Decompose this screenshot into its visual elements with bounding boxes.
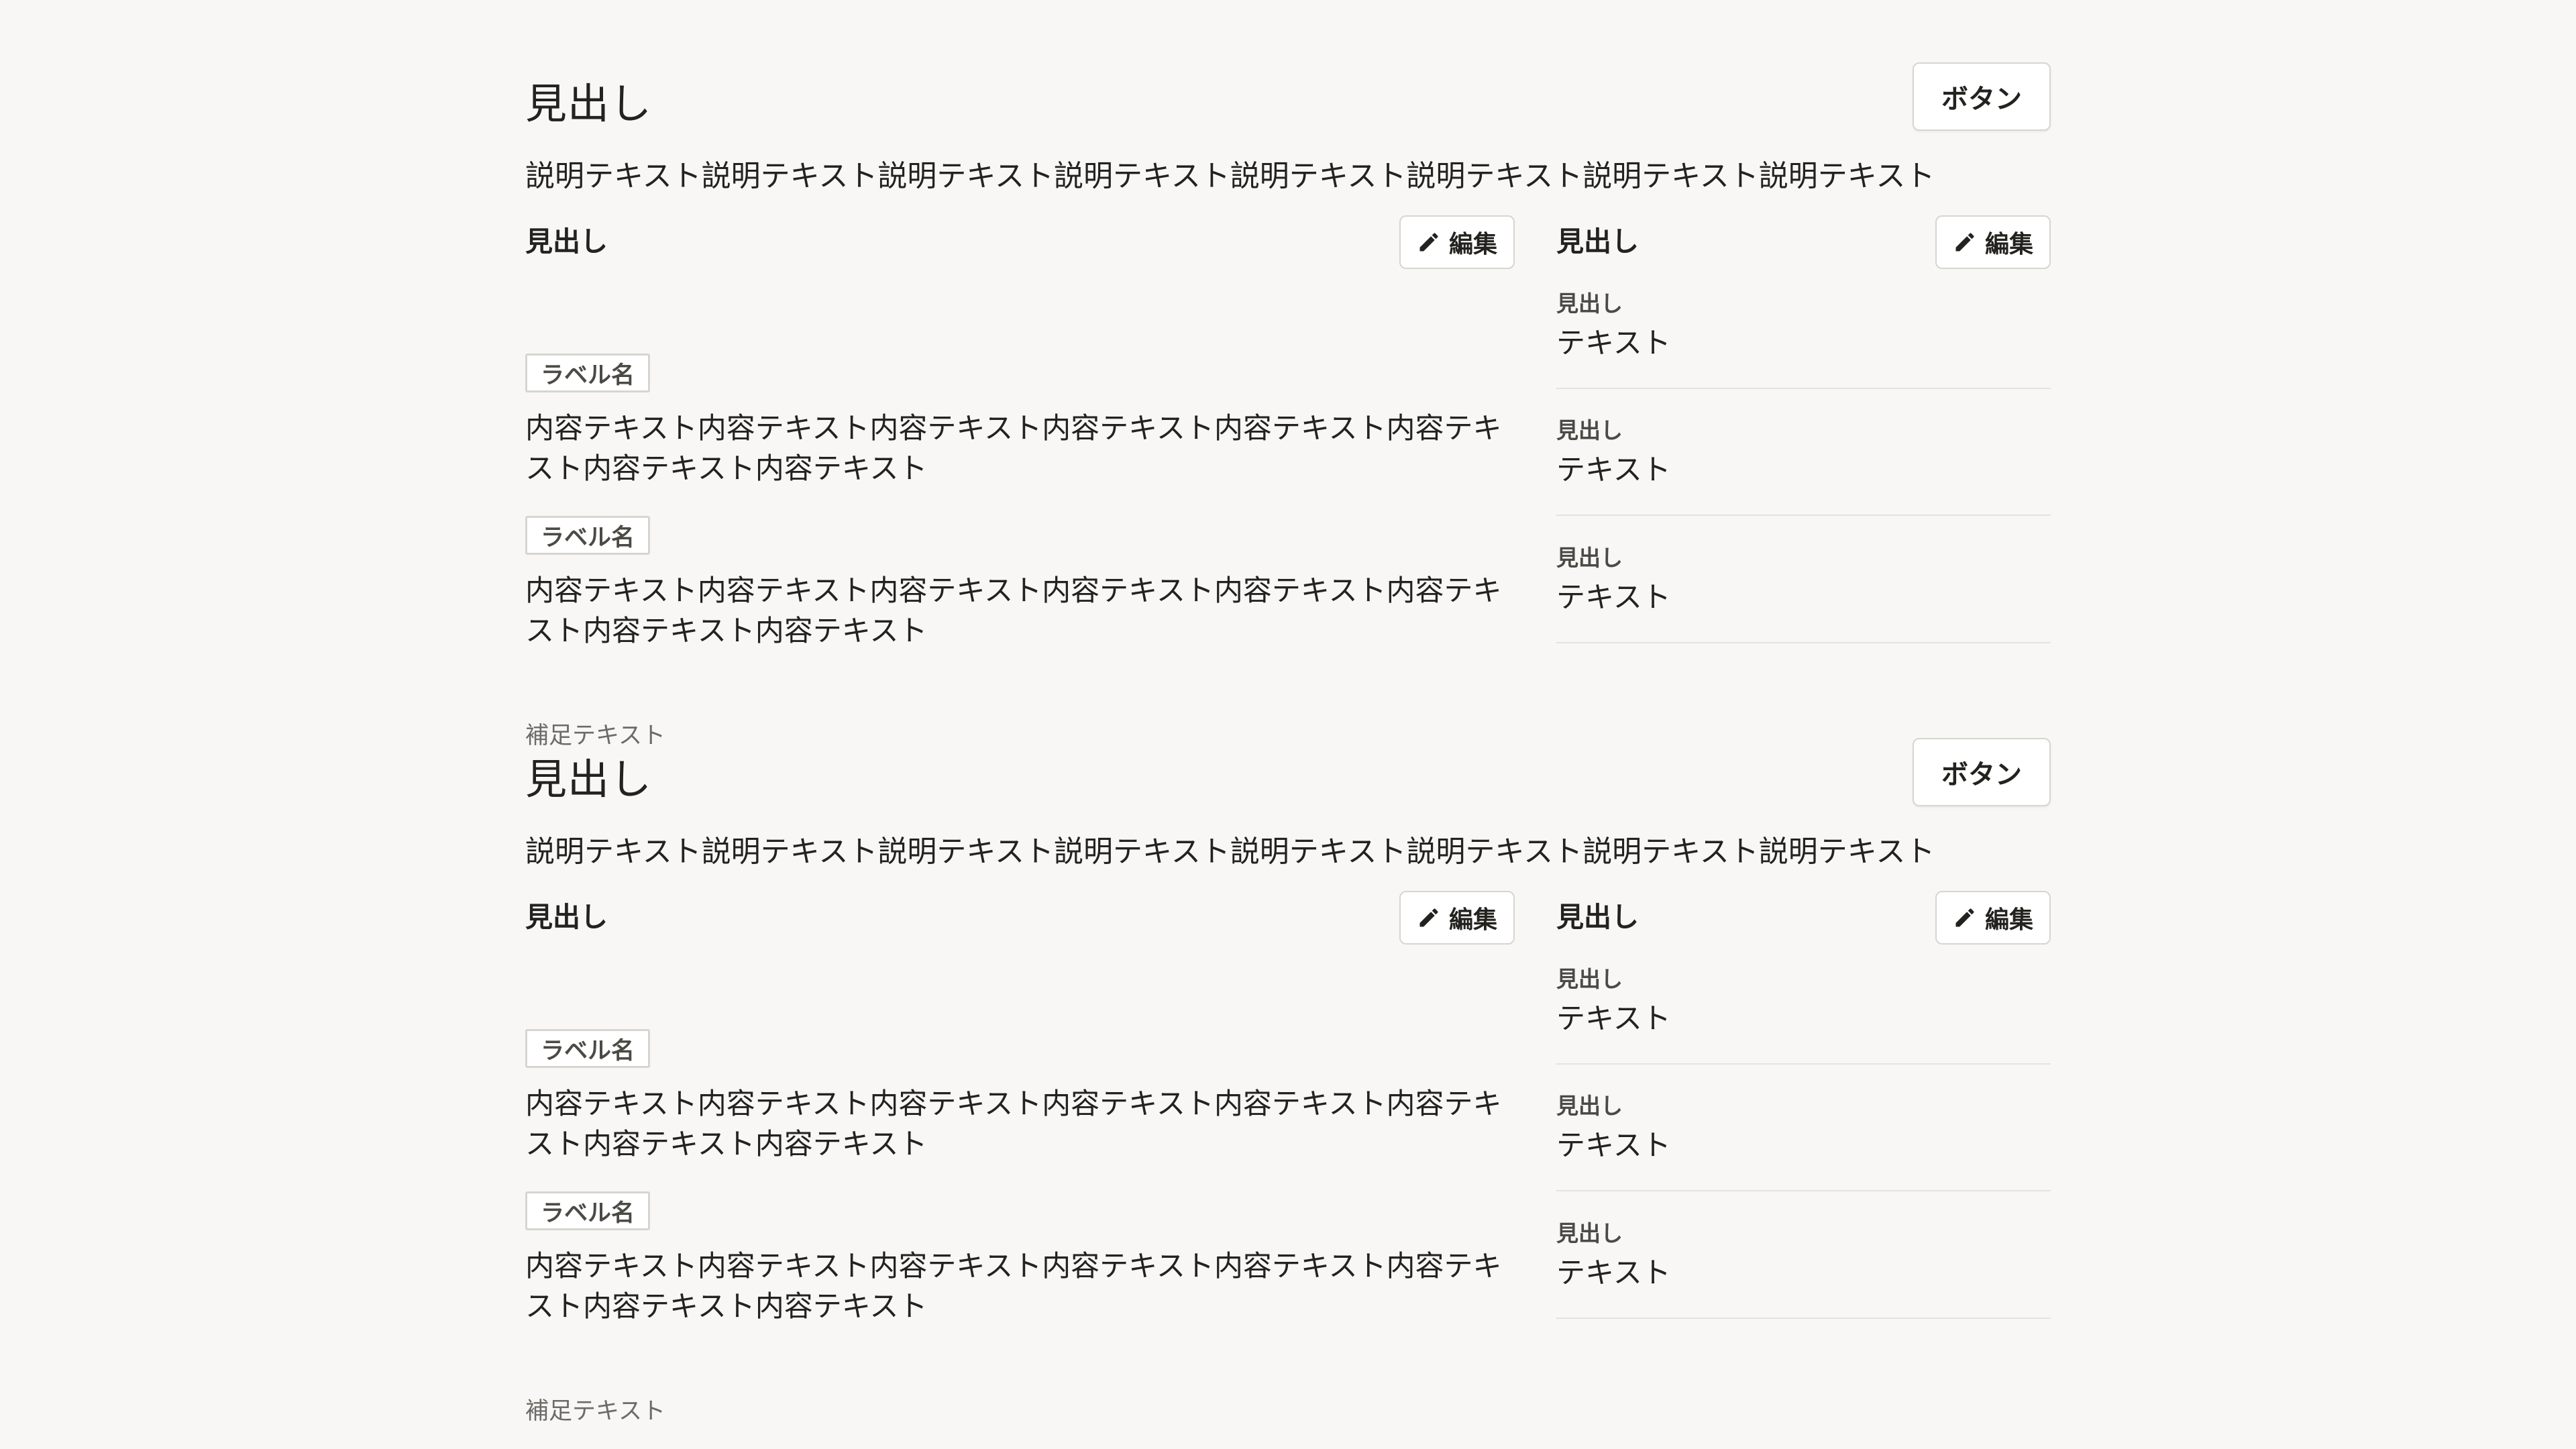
page: 見出し ボタン 説明テキスト説明テキスト説明テキスト説明テキスト説明テキスト説明… <box>0 0 2576 1449</box>
field-value: テキスト <box>1556 1002 1671 1036</box>
panel-header: 見出し 編集 <box>1556 891 2051 945</box>
content-section: 見出し ボタン 説明テキスト説明テキスト説明テキスト説明テキスト説明テキスト説明… <box>525 62 2051 749</box>
content-text: 内容テキスト内容テキスト内容テキスト内容テキスト内容テキスト内容テキスト内容テキ… <box>525 574 1502 648</box>
label-tag: ラベル名 <box>525 354 651 392</box>
field-list-panel: 見出し 編集 見出し テキスト 見出し テキスト 見出し テキスト <box>1556 891 2051 1319</box>
label-tag: ラベル名 <box>525 1029 651 1068</box>
pencil-icon <box>1419 908 1438 927</box>
section-title: 見出し <box>525 79 653 128</box>
edit-button[interactable]: 編集 <box>1935 215 2051 269</box>
field-item: 見出し テキスト <box>1556 1218 2051 1319</box>
content-section: 見出し ボタン 説明テキスト説明テキスト説明テキスト説明テキスト説明テキスト説明… <box>525 738 2051 1425</box>
label-content-panel: 見出し 編集 ラベル名 内容テキスト内容テキスト内容テキスト内容テキスト内容テキ… <box>525 891 1515 1324</box>
label-content-panel: 見出し 編集 ラベル名 内容テキスト内容テキスト内容テキスト内容テキスト内容テキ… <box>525 215 1515 648</box>
field-value: テキスト <box>1556 581 1671 614</box>
panel-header: 見出し 編集 <box>525 215 1515 269</box>
field-label: 見出し <box>1556 1220 1623 1246</box>
field-item: 見出し テキスト <box>1556 964 2051 1065</box>
section-description: 説明テキスト説明テキスト説明テキスト説明テキスト説明テキスト説明テキスト説明テキ… <box>525 835 1935 869</box>
section-title: 見出し <box>525 755 653 804</box>
pencil-icon <box>1419 233 1438 252</box>
field-value: テキスト <box>1556 1256 1671 1290</box>
supplement-text: 補足テキスト <box>525 1398 665 1425</box>
edit-button[interactable]: 編集 <box>1935 891 2051 945</box>
panel-title: 見出し <box>525 901 608 933</box>
edit-button[interactable]: 編集 <box>1399 215 1515 269</box>
field-item: 見出し テキスト <box>1556 543 2051 643</box>
field-value: テキスト <box>1556 327 1671 360</box>
field-label: 見出し <box>1556 417 1623 443</box>
field-label: 見出し <box>1556 1093 1623 1119</box>
pencil-icon <box>1955 233 1974 252</box>
field-item: 見出し テキスト <box>1556 288 2051 389</box>
panel-header: 見出し 編集 <box>525 891 1515 945</box>
section-description: 説明テキスト説明テキスト説明テキスト説明テキスト説明テキスト説明テキスト説明テキ… <box>525 159 1935 193</box>
field-value: テキスト <box>1556 453 1671 487</box>
field-label: 見出し <box>1556 290 1623 317</box>
panel-title: 見出し <box>525 225 608 258</box>
edit-button-label: 編集 <box>1984 906 2033 933</box>
panel-header: 見出し 編集 <box>1556 215 2051 269</box>
panel-title: 見出し <box>1556 225 1639 258</box>
edit-button[interactable]: 編集 <box>1399 891 1515 945</box>
field-label: 見出し <box>1556 966 1623 992</box>
edit-button-label: 編集 <box>1448 230 1497 258</box>
label-tag: ラベル名 <box>525 1191 651 1230</box>
content-text: 内容テキスト内容テキスト内容テキスト内容テキスト内容テキスト内容テキスト内容テキ… <box>525 1087 1502 1161</box>
content-text: 内容テキスト内容テキスト内容テキスト内容テキスト内容テキスト内容テキスト内容テキ… <box>525 1250 1502 1324</box>
field-item: 見出し テキスト <box>1556 415 2051 516</box>
section-header: 見出し ボタン <box>525 738 2051 808</box>
section-header: 見出し ボタン <box>525 62 2051 132</box>
edit-button-label: 編集 <box>1448 906 1497 933</box>
label-tag: ラベル名 <box>525 516 651 555</box>
edit-button-label: 編集 <box>1984 230 2033 258</box>
field-value: テキスト <box>1556 1129 1671 1163</box>
content-text: 内容テキスト内容テキスト内容テキスト内容テキスト内容テキスト内容テキスト内容テキ… <box>525 412 1502 486</box>
section-action-button[interactable]: ボタン <box>1913 738 2051 806</box>
section-action-button[interactable]: ボタン <box>1913 62 2051 131</box>
panel-title: 見出し <box>1556 901 1639 933</box>
field-list-panel: 見出し 編集 見出し テキスト 見出し テキスト 見出し テキスト <box>1556 215 2051 643</box>
field-label: 見出し <box>1556 545 1623 571</box>
field-item: 見出し テキスト <box>1556 1091 2051 1191</box>
pencil-icon <box>1955 908 1974 927</box>
